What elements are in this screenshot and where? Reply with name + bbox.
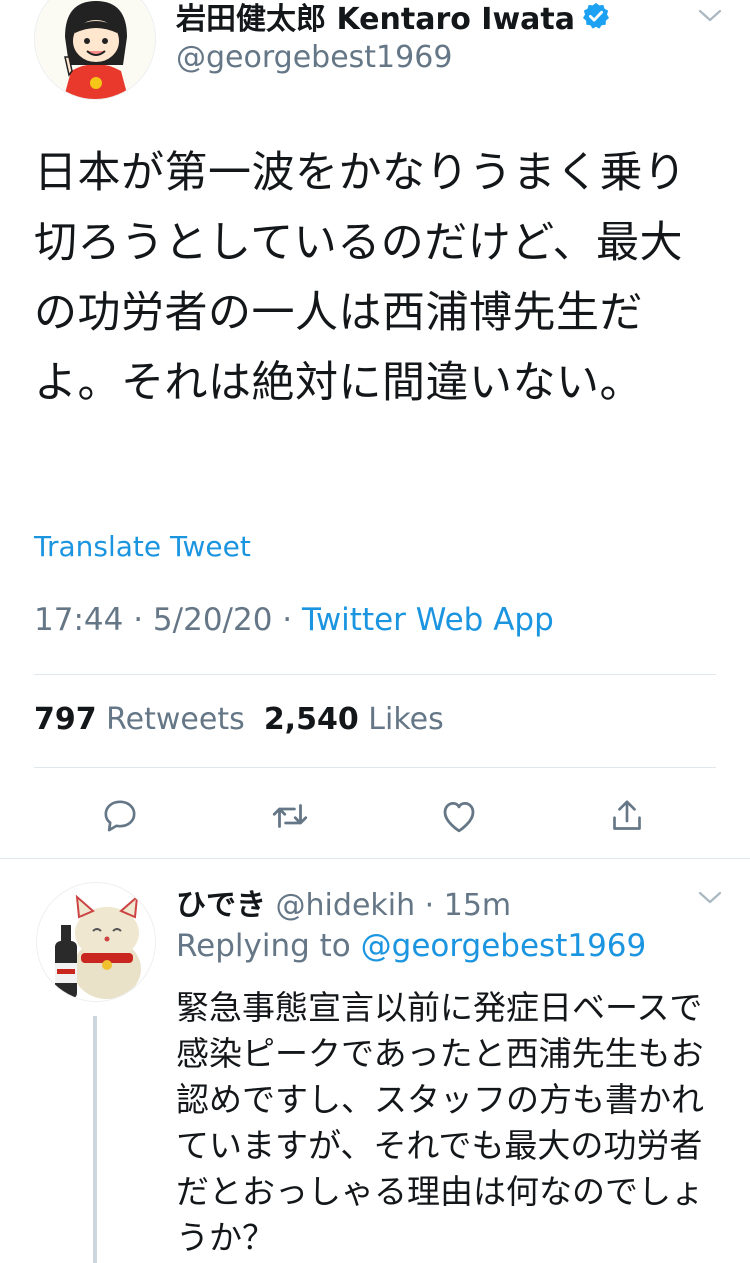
replying-to: Replying to @georgebest1969 [176, 928, 646, 964]
retweets-label: Retweets [106, 702, 245, 737]
author-handle[interactable]: @georgebest1969 [176, 40, 452, 75]
tweet-metadata: 17:44 · 5/20/20 · Twitter Web App [34, 602, 554, 638]
author-name-row: 岩田健太郎 Kentaro Iwata [176, 0, 611, 38]
replying-prefix: Replying to [176, 928, 351, 964]
author-display-name[interactable]: 岩田健太郎 Kentaro Iwata [176, 0, 575, 38]
like-button[interactable] [435, 792, 483, 840]
author-avatar[interactable] [34, 0, 156, 100]
tweet-date: 5/20/20 [152, 602, 273, 638]
meta-separator: · [133, 602, 153, 638]
reply-button[interactable] [96, 792, 144, 840]
likes-stat[interactable]: 2,540 Likes [264, 702, 444, 737]
engagement-stats: 797 Retweets 2,540 Likes [34, 702, 444, 737]
verified-badge-icon [583, 2, 610, 29]
retweets-count: 797 [34, 702, 97, 737]
share-button[interactable] [603, 792, 651, 840]
meta-separator: · [282, 602, 303, 638]
reply-time[interactable]: 15m [444, 888, 511, 923]
divider [0, 858, 750, 859]
maneki-neko-avatar-image [37, 883, 155, 1001]
reply-header: ひでき @hidekih · 15m [176, 880, 511, 924]
divider [34, 674, 716, 675]
chevron-down-icon[interactable] [697, 8, 723, 24]
share-icon [613, 800, 641, 830]
chevron-down-icon[interactable] [697, 890, 723, 906]
thread-line [93, 1016, 97, 1263]
reply-author-handle[interactable]: @hidekih [276, 888, 416, 923]
likes-count: 2,540 [263, 702, 359, 737]
reply-tweet-text: 緊急事態宣言以前に発症日ベースで感染ピークであったと西浦先生もお認めですし、スタ… [176, 988, 704, 1257]
tweet-source-link[interactable]: Twitter Web App [302, 602, 554, 638]
like-icon [443, 802, 475, 833]
tweet-text: 日本が第一波をかなりうまく乗り切ろうとしているのだけど、最大の功労者の一人は西浦… [34, 148, 687, 408]
retweet-button[interactable] [266, 792, 314, 840]
retweets-stat[interactable]: 797 Retweets [34, 702, 245, 737]
reply-author-name[interactable]: ひでき [176, 888, 266, 923]
cartoon-avatar-image [35, 0, 155, 99]
tweet-time: 17:44 [34, 602, 124, 638]
likes-label: Likes [368, 702, 444, 737]
meta-separator: · [415, 888, 444, 923]
replying-to-handle[interactable]: @georgebest1969 [361, 928, 647, 964]
reply-icon [104, 800, 136, 832]
translate-tweet-link[interactable]: Translate Tweet [34, 530, 251, 563]
reply-author-avatar[interactable] [36, 882, 156, 1002]
retweet-icon [272, 804, 308, 828]
divider [34, 767, 716, 768]
